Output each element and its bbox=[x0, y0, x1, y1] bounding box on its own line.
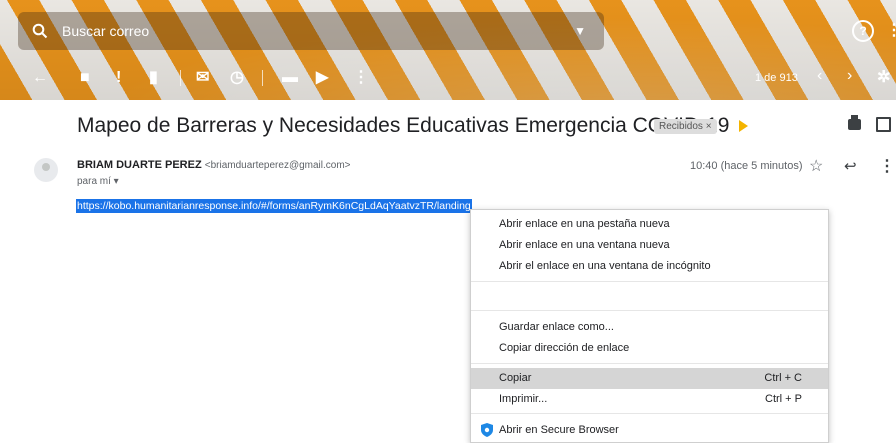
open-new-window-icon[interactable] bbox=[876, 117, 891, 132]
menu-item-label: Guardar enlace como... bbox=[499, 321, 614, 333]
menu-item-shortcut: Ctrl + C bbox=[764, 372, 802, 384]
menu-item-shortcut: Ctrl + P bbox=[765, 393, 802, 405]
search-input[interactable]: Buscar correo bbox=[62, 23, 149, 39]
toolbar-separator bbox=[262, 70, 263, 86]
chevron-right-icon[interactable]: › bbox=[847, 66, 852, 86]
menu-item-open-new-tab[interactable]: Abrir enlace en una pestaña nueva bbox=[471, 214, 828, 235]
search-options-icon[interactable]: ▼ bbox=[574, 24, 586, 38]
email-subject: Mapeo de Barreras y Necesidades Educativ… bbox=[77, 114, 749, 138]
menu-item-copy-link-address[interactable]: Copiar dirección de enlace bbox=[471, 338, 828, 359]
more-options-icon[interactable]: ⋮ bbox=[879, 156, 895, 176]
email-subject-text: Mapeo de Barreras y Necesidades Educativ… bbox=[77, 114, 730, 137]
move-to-icon[interactable]: ▬ bbox=[282, 68, 298, 88]
label-icon[interactable]: ▶ bbox=[316, 68, 328, 88]
email-timestamp: 10:40 (hace 5 minutos) bbox=[690, 160, 803, 172]
menu-item-open-incognito[interactable]: Abrir el enlace en una ventana de incógn… bbox=[471, 256, 828, 277]
menu-item-label: Abrir enlace en una pestaña nueva bbox=[499, 218, 670, 230]
menu-separator bbox=[471, 281, 828, 282]
menu-item-save-link-as[interactable]: Guardar enlace como... bbox=[471, 317, 828, 338]
sender-line: BRIAM DUARTE PEREZ <briamduarteperez@gma… bbox=[77, 159, 351, 171]
recipient-toggle[interactable]: para mí ▾ bbox=[77, 176, 119, 187]
menu-item-copy[interactable]: Copiar Ctrl + C bbox=[471, 368, 828, 389]
menu-item-label: Abrir enlace en una ventana nueva bbox=[499, 239, 670, 251]
toolbar-separator bbox=[180, 70, 181, 86]
star-icon[interactable]: ☆ bbox=[809, 156, 823, 176]
menu-separator bbox=[471, 310, 828, 311]
print-icon[interactable] bbox=[848, 115, 861, 130]
message-toolbar: ← ■ ! ▮ ✉ ◷ ▬ ▶ ⋮ 1 de 913 ‹ › ✲ bbox=[0, 62, 896, 94]
menu-separator bbox=[471, 363, 828, 364]
report-spam-icon[interactable]: ! bbox=[116, 68, 121, 88]
delete-icon[interactable]: ▮ bbox=[149, 68, 158, 88]
sender-name: BRIAM DUARTE PEREZ bbox=[77, 159, 202, 171]
help-icon[interactable]: ? bbox=[852, 20, 874, 42]
menu-item-label: Copiar dirección de enlace bbox=[499, 342, 630, 354]
settings-gear-icon[interactable]: ✲ bbox=[877, 68, 890, 88]
menu-item-open-new-window[interactable]: Abrir enlace en una ventana nueva bbox=[471, 235, 828, 256]
more-actions-icon[interactable]: ⋮ bbox=[353, 68, 369, 88]
menu-item-print[interactable]: Imprimir... Ctrl + P bbox=[471, 389, 828, 410]
reply-icon[interactable]: ↩ bbox=[844, 157, 857, 175]
context-menu: Abrir enlace en una pestaña nueva Abrir … bbox=[470, 209, 829, 443]
menu-item-secure-browser[interactable]: Abrir en Secure Browser bbox=[471, 420, 828, 441]
menu-item-label: Abrir el enlace en una ventana de incógn… bbox=[499, 260, 711, 272]
menu-item-label: Imprimir... bbox=[499, 393, 548, 405]
sender-email: <briamduarteperez@gmail.com> bbox=[204, 160, 351, 171]
inbox-label-chip[interactable]: Recibidos × bbox=[654, 119, 717, 134]
menu-item-label: Abrir en Secure Browser bbox=[499, 424, 619, 436]
apps-icon[interactable]: ⋮ bbox=[886, 20, 896, 40]
snooze-icon[interactable]: ◷ bbox=[230, 68, 244, 88]
shield-icon bbox=[481, 423, 493, 437]
menu-item-label: Copiar bbox=[499, 372, 532, 384]
pager-count: 1 de 913 bbox=[755, 72, 798, 84]
archive-icon[interactable]: ■ bbox=[80, 68, 90, 88]
chevron-left-icon[interactable]: ‹ bbox=[817, 66, 822, 86]
search-bar[interactable]: Buscar correo ▼ bbox=[18, 12, 604, 50]
sender-avatar bbox=[34, 158, 58, 182]
important-marker-icon[interactable] bbox=[739, 120, 749, 133]
email-link[interactable]: https://kobo.humanitarianresponse.info/#… bbox=[76, 199, 472, 213]
search-icon[interactable] bbox=[18, 23, 62, 39]
mark-unread-icon[interactable]: ✉ bbox=[196, 68, 209, 88]
menu-separator bbox=[471, 413, 828, 414]
back-arrow-icon[interactable]: ← bbox=[32, 68, 48, 88]
